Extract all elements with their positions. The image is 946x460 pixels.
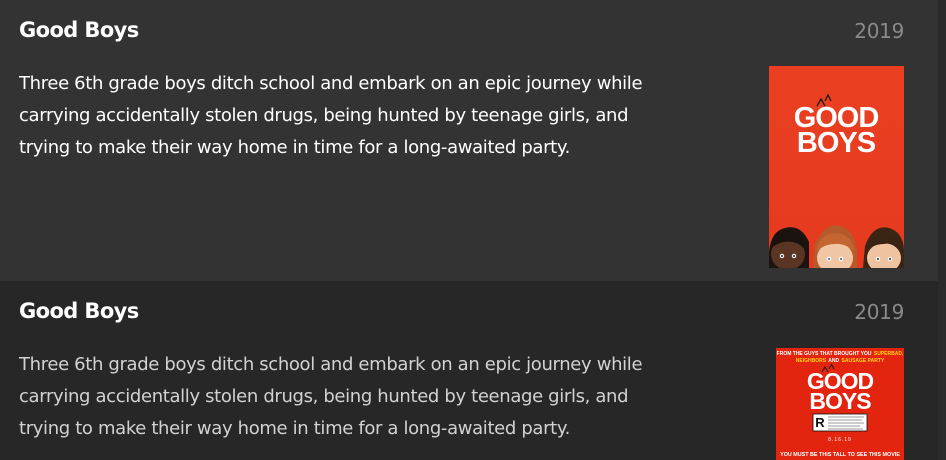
movie-description: Three 6th grade boys ditch school and em… [19,354,643,439]
scrollbar[interactable] [938,0,946,460]
poster-title-line2: BOYS [797,127,876,159]
poster-title-line2: BOYS [809,388,871,414]
poster-tagline-top: FROM THE GUYS THAT BROUGHT YOU SUPERBAD, [777,351,904,357]
movie-year: 2019 [854,300,904,324]
movie-title[interactable]: Good Boys [19,299,139,323]
release-date: 8.16.19 [828,437,852,443]
movie-poster[interactable]: GOOD BOYS [769,66,904,268]
movie-poster[interactable]: FROM THE GUYS THAT BROUGHT YOU SUPERBAD,… [776,348,904,460]
poster-tagline-bottom: NEIGHBORS AND SAUSAGE PARTY [796,358,885,364]
movie-description: Three 6th grade boys ditch school and em… [19,73,643,158]
movie-title[interactable]: Good Boys [19,18,139,42]
rating-badge: R [815,415,825,430]
poster-bottom-tagline: YOU MUST BE THIS TALL TO SEE THIS MOVIE [780,452,900,458]
movie-card[interactable]: Good Boys 2019 Three 6th grade boys ditc… [0,281,938,460]
movie-card[interactable]: Good Boys 2019 Three 6th grade boys ditc… [0,0,938,281]
poster-art: GOOD BOYS [769,66,904,268]
poster-art: FROM THE GUYS THAT BROUGHT YOU SUPERBAD,… [776,348,904,460]
movie-year: 2019 [854,19,904,43]
